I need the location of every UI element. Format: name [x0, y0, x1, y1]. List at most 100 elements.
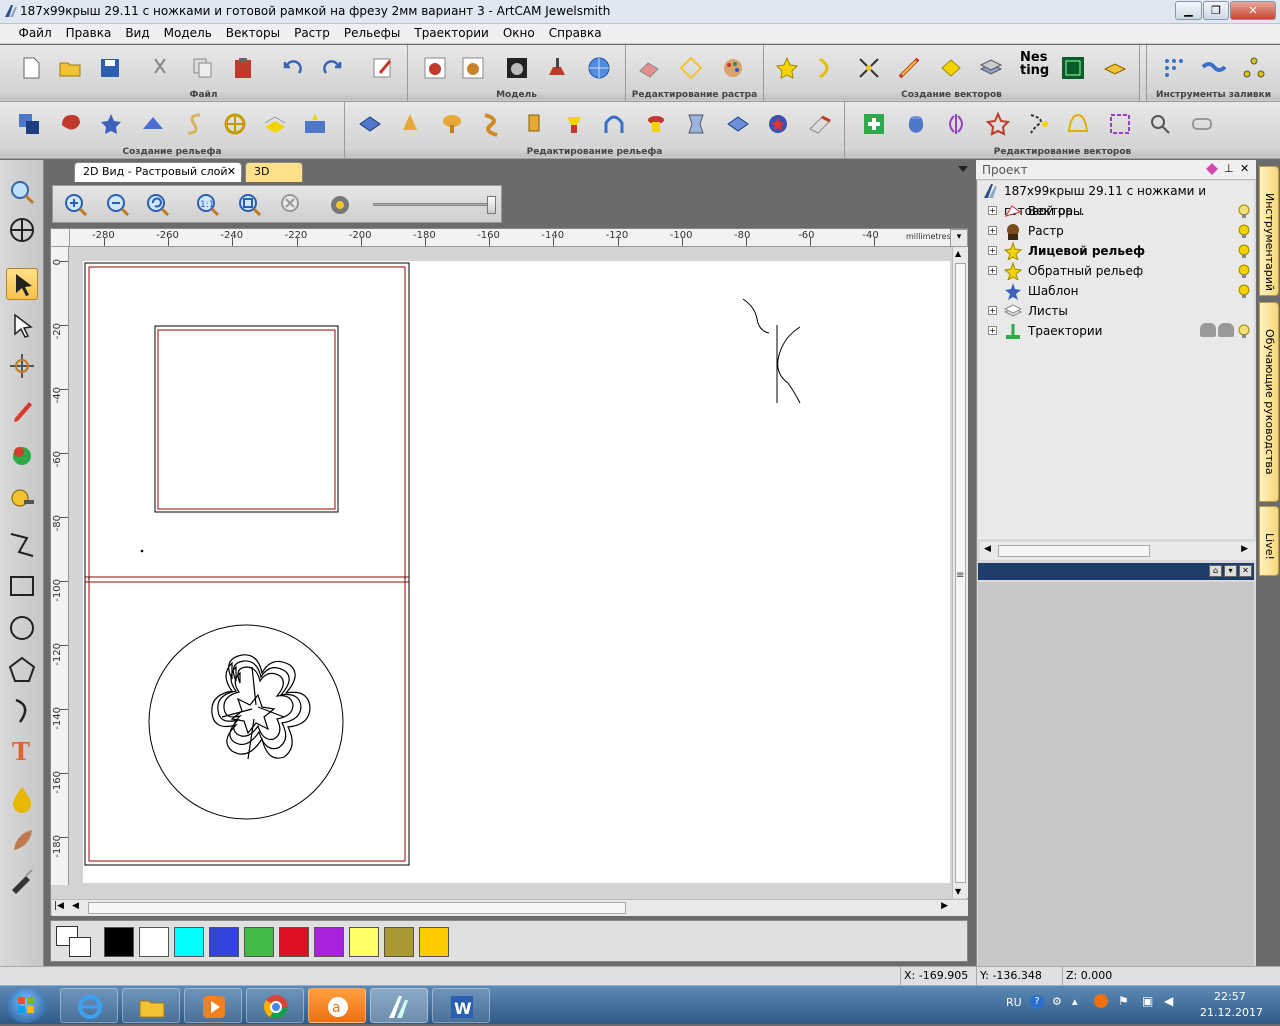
relief-weave-icon[interactable]	[222, 111, 248, 137]
vector-mirror-icon[interactable]	[943, 111, 969, 137]
expand-icon[interactable]: +	[988, 226, 997, 235]
relief-cone-icon[interactable]	[397, 111, 423, 137]
action-center-icon[interactable]: ⚑	[1118, 994, 1129, 1008]
visibility-bulb-icon[interactable]	[1236, 203, 1252, 219]
home-icon[interactable]: ⌂	[1209, 565, 1222, 577]
menu-toolpaths[interactable]: Траектории	[407, 24, 495, 42]
toolpath-group-icon[interactable]	[1200, 323, 1216, 337]
relief-twist-icon[interactable]	[479, 111, 505, 137]
relief-smooth-icon[interactable]	[561, 111, 587, 137]
tree-item[interactable]: + Обратный рельеф	[978, 261, 1254, 281]
panel-pin-color-icon[interactable]	[1206, 163, 1218, 175]
vector-layers-icon[interactable]	[978, 55, 1004, 81]
volume-icon[interactable]: ◀	[1164, 994, 1173, 1008]
vector-fillet-icon[interactable]	[1147, 111, 1173, 137]
panel-close-icon[interactable]: ✕	[1240, 162, 1249, 175]
side-tab-toolbox[interactable]: Инструментарий	[1259, 166, 1279, 296]
tree-item[interactable]: + Лицевой рельеф	[978, 241, 1254, 261]
model-size-icon[interactable]	[422, 55, 448, 81]
tree-root[interactable]: 187x99крыш 29.11 с ножками и готовой ра.…	[978, 181, 1254, 218]
expand-icon[interactable]: +	[988, 206, 997, 215]
transform-icon[interactable]	[6, 350, 38, 382]
undo-icon[interactable]	[279, 55, 305, 81]
fill-dots-icon[interactable]	[1161, 55, 1187, 81]
redo-icon[interactable]	[320, 55, 346, 81]
model-sphere-icon[interactable]	[586, 55, 612, 81]
menu-raster[interactable]: Растр	[287, 24, 337, 42]
relief-shape-icon[interactable]	[58, 111, 84, 137]
project-tree-scrollbar[interactable]: ◀ ▶	[980, 542, 1256, 560]
relief-extrude-icon[interactable]	[140, 111, 166, 137]
taskbar-word[interactable]: W	[432, 988, 490, 1023]
expand-icon[interactable]: +	[988, 246, 997, 255]
vector-transform-icon[interactable]	[1189, 111, 1215, 137]
ruler-dropdown-icon[interactable]: ▾	[950, 229, 968, 247]
menu-reliefs[interactable]: Рельефы	[337, 24, 407, 42]
scroll-first-icon[interactable]: |◀	[54, 901, 64, 911]
color-swatch[interactable]	[139, 927, 169, 957]
toolpath-group-icon[interactable]	[1218, 323, 1234, 337]
open-folder-icon[interactable]	[57, 55, 83, 81]
color-swatch[interactable]	[384, 927, 414, 957]
vector-nodes-icon[interactable]	[1025, 111, 1051, 137]
relief-badge-icon[interactable]	[765, 111, 791, 137]
visibility-bulb-icon[interactable]	[1236, 263, 1252, 279]
tab-3d-view[interactable]: 3D вид	[245, 162, 303, 191]
relief-face-icon[interactable]	[302, 111, 328, 137]
scroll-right-icon[interactable]: ▶	[941, 901, 948, 911]
tray-settings-icon[interactable]: ⚙	[1052, 995, 1062, 1008]
polyline-tool-icon[interactable]	[6, 528, 38, 560]
vector-lathe-icon[interactable]	[903, 111, 929, 137]
close-button[interactable]: ✕	[1230, 1, 1276, 20]
zoom-out-icon[interactable]	[105, 192, 131, 218]
zoom-actual-icon[interactable]: 1:1	[195, 192, 221, 218]
relief-star-icon[interactable]	[98, 111, 124, 137]
side-tab-live[interactable]: Live!	[1259, 506, 1279, 576]
color-swatch[interactable]	[209, 927, 239, 957]
clock-time[interactable]: 22:57	[1214, 990, 1246, 1003]
minimize-button[interactable]: ▁	[1175, 1, 1202, 20]
fill-chain-icon[interactable]	[1201, 55, 1227, 81]
taskbar-artcam[interactable]	[370, 988, 428, 1023]
expand-icon[interactable]: +	[988, 266, 997, 275]
visibility-bulb-icon[interactable]	[1236, 223, 1252, 239]
tree-item[interactable]: + Растр	[978, 221, 1254, 241]
vector-smooth-icon[interactable]	[1065, 111, 1091, 137]
vector-trim-icon[interactable]	[856, 55, 882, 81]
panel-pin-icon[interactable]: ⊥	[1224, 162, 1234, 175]
vector-arc-icon[interactable]	[812, 55, 838, 81]
avast-tray-icon[interactable]	[1094, 994, 1108, 1008]
color-swatch[interactable]	[314, 927, 344, 957]
drawing-area[interactable]	[70, 247, 950, 885]
vector-add-icon[interactable]	[861, 111, 887, 137]
tab-menu-icon[interactable]	[958, 166, 968, 172]
tree-scroll-right-icon[interactable]: ▶	[1241, 544, 1248, 554]
zoom-fit-icon[interactable]	[237, 192, 263, 218]
fill-triangle-icon[interactable]	[1241, 55, 1267, 81]
tree-item[interactable]: Шаблон	[978, 281, 1254, 301]
language-indicator[interactable]: RU	[1006, 996, 1022, 1009]
color-swatch[interactable]	[349, 927, 379, 957]
menu-window[interactable]: Окно	[496, 24, 542, 42]
visibility-bulb-icon[interactable]	[1236, 323, 1252, 339]
drawing-canvas[interactable]	[70, 247, 950, 885]
model-bear-icon[interactable]	[460, 55, 486, 81]
expand-icon[interactable]: +	[988, 326, 997, 335]
pencil-icon[interactable]	[6, 396, 38, 428]
color-swatch[interactable]	[104, 927, 134, 957]
tree-item[interactable]: + Листы	[978, 301, 1254, 321]
relief-stamp-icon[interactable]	[643, 111, 669, 137]
menu-view[interactable]: Вид	[118, 24, 156, 42]
tree-item[interactable]: + Траектории	[978, 321, 1254, 341]
raster-select-icon[interactable]	[678, 55, 704, 81]
zoom-all-icon[interactable]	[279, 192, 305, 218]
horizontal-scroll-thumb[interactable]	[88, 902, 626, 914]
collapse-icon[interactable]: ▾	[1224, 565, 1237, 577]
relief-erase-icon[interactable]	[807, 111, 833, 137]
paste-icon[interactable]	[230, 55, 256, 81]
color-swatch[interactable]	[244, 927, 274, 957]
save-icon[interactable]	[97, 55, 123, 81]
relief-scale-icon[interactable]	[521, 111, 547, 137]
maximize-button[interactable]: ❐	[1203, 1, 1229, 20]
zoom-select-icon[interactable]	[6, 176, 38, 208]
